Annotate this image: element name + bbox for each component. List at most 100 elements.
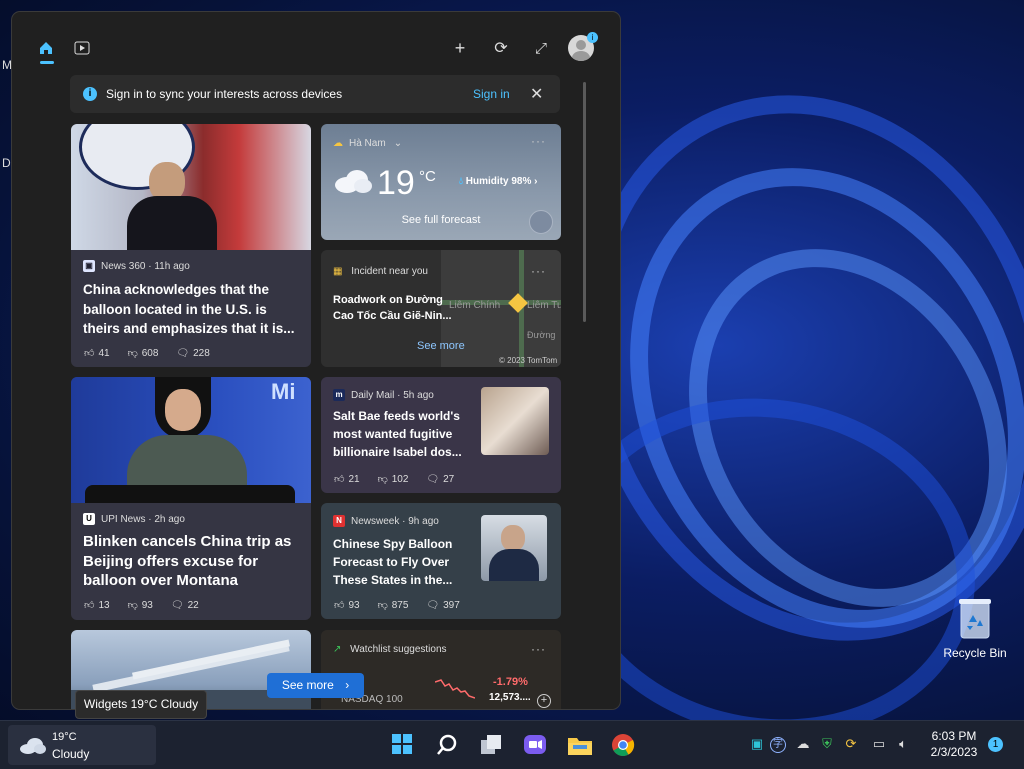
- news-card-salt-bae[interactable]: m Daily Mail · 5h ago Salt Bae feeds wor…: [321, 377, 561, 493]
- news-source: m Daily Mail · 5h ago: [333, 389, 434, 401]
- thumbs-down-icon: 👎︎: [127, 600, 138, 611]
- video-icon: [74, 41, 90, 55]
- dislike-button[interactable]: 👎︎ 608: [128, 347, 159, 360]
- plus-icon: +: [454, 37, 466, 58]
- dislike-button[interactable]: 👎︎ 102: [377, 473, 409, 486]
- recycle-bin-icon: [959, 599, 991, 639]
- expand-icon: ⤢: [534, 39, 547, 57]
- taskbar-weather-condition: Cloudy: [52, 747, 90, 761]
- comment-button[interactable]: 🗨︎ 22: [171, 599, 199, 611]
- task-view-button[interactable]: [479, 733, 503, 757]
- info-badge-icon: i: [587, 32, 598, 43]
- expand-button[interactable]: ⤢: [527, 34, 555, 62]
- daily-mail-logo-icon: m: [333, 389, 345, 401]
- close-icon[interactable]: ✕: [530, 84, 543, 104]
- home-button[interactable]: [32, 34, 60, 62]
- watchlist-title: Watchlist suggestions: [350, 644, 447, 655]
- thumbs-up-icon: 👍︎: [84, 600, 95, 611]
- chevron-right-icon: ›: [534, 176, 538, 187]
- news-card-spy-balloon[interactable]: N Newsweek · 9h ago Chinese Spy Balloon …: [321, 503, 561, 619]
- dislike-button[interactable]: 👎︎ 93: [127, 599, 153, 612]
- news-headline[interactable]: Chinese Spy Balloon Forecast to Fly Over…: [333, 535, 473, 589]
- update-sync-icon[interactable]: ⟳: [842, 735, 860, 753]
- dislike-count: 875: [391, 599, 409, 611]
- comment-button[interactable]: 🗨︎ 27: [426, 473, 454, 485]
- security-shield-icon[interactable]: ⛨: [818, 735, 836, 753]
- news-headline[interactable]: Blinken cancels China trip as Beijing of…: [83, 532, 303, 594]
- watchlist-header: ↗ Watchlist suggestions: [333, 644, 447, 655]
- refresh-icon: ⟳: [494, 40, 508, 57]
- network-icon[interactable]: ▭: [870, 735, 888, 753]
- like-count: 41: [98, 347, 110, 359]
- watch-button[interactable]: [68, 34, 96, 62]
- taskbar-weather-widget[interactable]: 19°C Cloudy: [8, 725, 156, 765]
- dislike-count: 102: [391, 473, 409, 485]
- news-card-china-balloon[interactable]: ▣ News 360 · 11h ago China acknowledges …: [71, 124, 311, 367]
- newsweek-logo-icon: N: [333, 515, 345, 527]
- task-view-icon: [481, 735, 501, 754]
- like-button[interactable]: 👍︎ 41: [84, 347, 110, 360]
- widgets-tooltip: Widgets 19°C Cloudy: [75, 690, 207, 719]
- volume-icon[interactable]: 🔈︎: [894, 735, 912, 753]
- desktop-icon-label[interactable]: M: [2, 58, 12, 72]
- comment-count: 228: [193, 347, 210, 359]
- more-options-icon[interactable]: ···: [531, 642, 546, 656]
- map-label: Đường: [527, 330, 556, 340]
- signin-link[interactable]: Sign in: [473, 87, 510, 101]
- clock[interactable]: 6:03 PM 2/3/2023: [924, 728, 984, 760]
- chat-button[interactable]: [523, 733, 547, 757]
- incident-see-more-link[interactable]: See more: [417, 340, 465, 352]
- info-icon: i: [83, 87, 97, 101]
- chevron-right-icon: ›: [345, 678, 350, 692]
- stock-change: -1.79%: [493, 676, 528, 688]
- comment-button[interactable]: 🗨︎ 228: [176, 347, 209, 359]
- news-source-text: Daily Mail · 5h ago: [351, 389, 434, 401]
- like-button[interactable]: 👍︎ 13: [84, 599, 110, 612]
- weather-unit: °C: [419, 168, 436, 185]
- full-forecast-link[interactable]: See full forecast: [321, 214, 561, 226]
- weather-chat-icon[interactable]: [529, 210, 553, 234]
- more-options-icon[interactable]: ···: [531, 134, 546, 148]
- weather-partly-cloudy-icon: ☁: [333, 138, 343, 149]
- weather-location-row[interactable]: ☁ Hà Nam ⌄: [333, 138, 402, 149]
- dislike-count: 608: [141, 347, 159, 359]
- more-options-icon[interactable]: ···: [531, 264, 546, 278]
- comment-count: 27: [443, 473, 455, 485]
- start-button[interactable]: [391, 733, 415, 757]
- dislike-button[interactable]: 👎︎ 875: [378, 599, 409, 612]
- weather-location: Hà Nam: [349, 138, 386, 149]
- search-button[interactable]: [435, 733, 459, 757]
- incident-card[interactable]: Liêm Chính Liêm Tu Đường © 2023 TomTom ▦…: [321, 250, 561, 367]
- news-source: ▣ News 360 · 11h ago: [83, 260, 190, 272]
- news-headline[interactable]: Salt Bae feeds world's most wanted fugit…: [333, 407, 473, 461]
- news360-logo-icon: ▣: [83, 260, 95, 272]
- news-card-blinken[interactable]: Mi U UPI News · 2h ago Blinken cancels C…: [71, 377, 311, 620]
- desktop-icon-label[interactable]: D: [2, 156, 11, 170]
- humidity-text: Humidity 98%: [465, 176, 532, 187]
- home-icon: [40, 42, 52, 54]
- tray-app-icon[interactable]: ▣: [748, 735, 766, 753]
- see-more-button[interactable]: See more ›: [267, 673, 364, 698]
- news-image: Mi: [71, 377, 311, 503]
- scrollbar[interactable]: [583, 82, 586, 322]
- like-button[interactable]: 👍︎ 93: [334, 599, 360, 612]
- add-widget-button[interactable]: +: [446, 34, 474, 62]
- weather-card[interactable]: ☁ Hà Nam ⌄ ··· 19 °C 💧︎ Humidity 98% › S…: [321, 124, 561, 240]
- refresh-button[interactable]: ⟳: [487, 34, 515, 62]
- map-label: Liêm Tu: [527, 300, 561, 311]
- like-button[interactable]: 👍︎ 21: [334, 473, 360, 486]
- news-headline[interactable]: China acknowledges that the balloon loca…: [83, 280, 303, 340]
- recycle-bin[interactable]: Recycle Bin: [938, 594, 1012, 664]
- chrome-icon: [612, 734, 635, 756]
- add-stock-icon[interactable]: +: [537, 694, 551, 708]
- notification-badge[interactable]: 1: [988, 737, 1003, 752]
- incident-title: Incident near you: [351, 266, 428, 277]
- tray-language-icon[interactable]: 字: [770, 737, 786, 753]
- thumbs-down-icon: 👎︎: [377, 474, 388, 485]
- signin-banner: i Sign in to sync your interests across …: [70, 75, 560, 113]
- like-count: 93: [348, 599, 360, 611]
- file-explorer-button[interactable]: [567, 733, 592, 757]
- cloud-sync-icon[interactable]: ☁: [794, 735, 812, 753]
- comment-button[interactable]: 🗨︎ 397: [426, 599, 459, 611]
- chrome-button[interactable]: [611, 733, 635, 757]
